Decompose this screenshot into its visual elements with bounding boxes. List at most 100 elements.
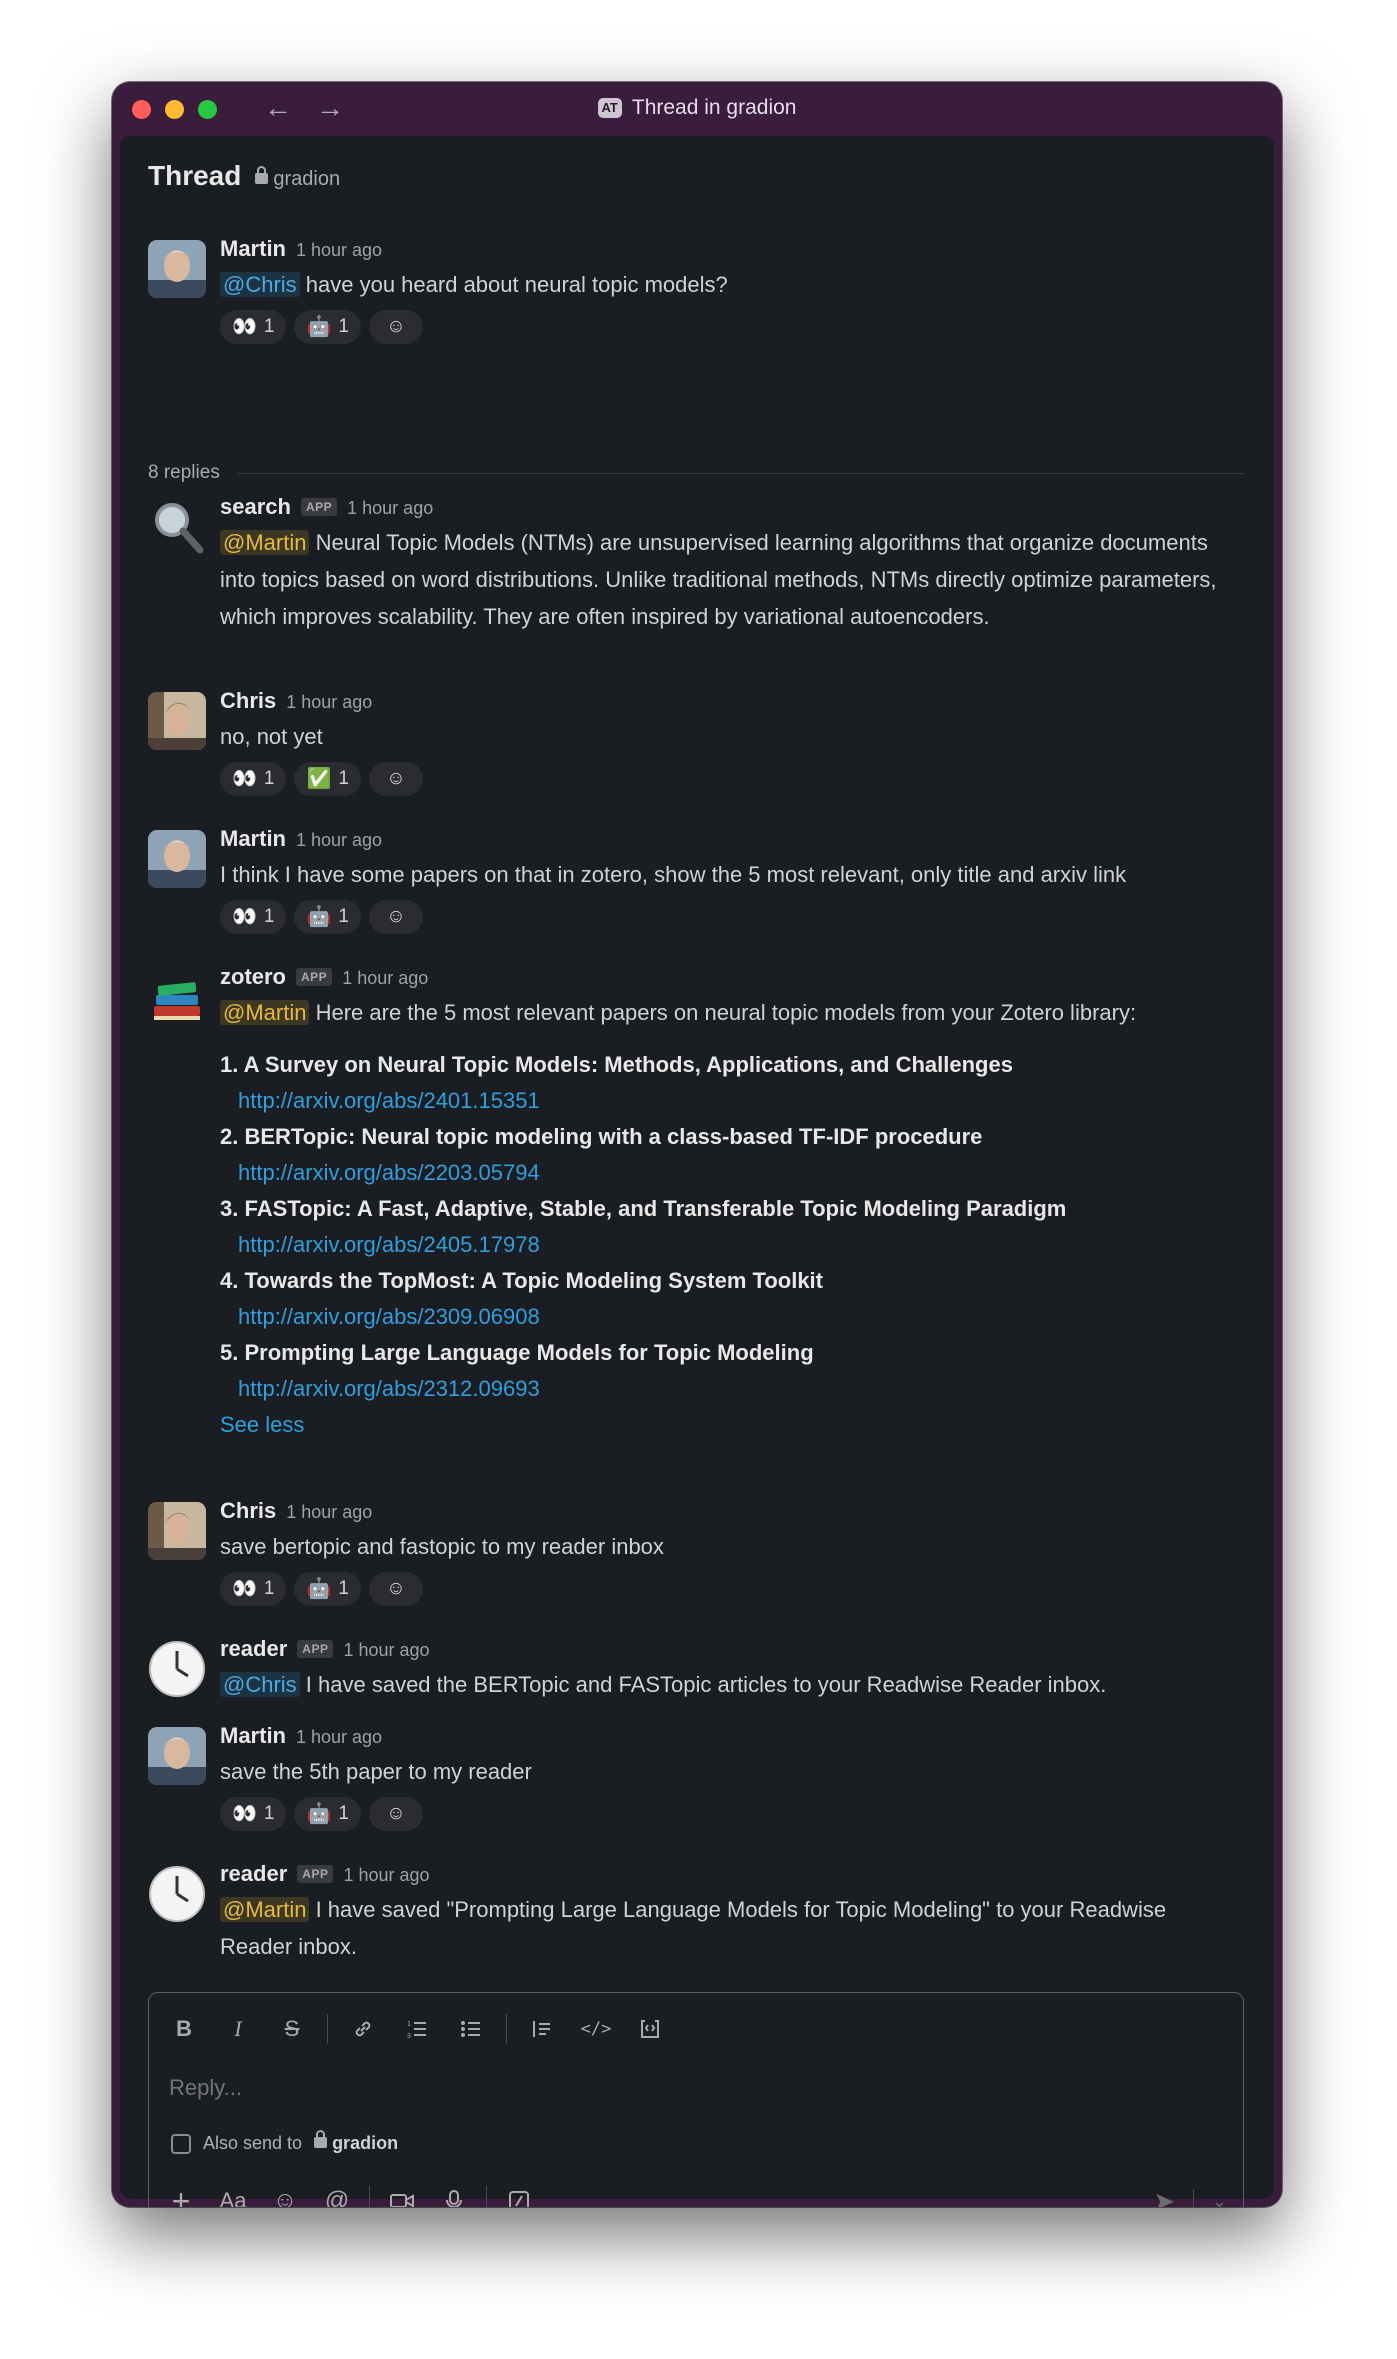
timestamp[interactable]: 1 hour ago bbox=[347, 498, 433, 519]
timestamp[interactable]: 1 hour ago bbox=[296, 830, 382, 851]
avatar-martin[interactable] bbox=[148, 240, 206, 298]
reactions: 👀 1 🤖 1 ☺ bbox=[220, 310, 1244, 344]
also-send-checkbox[interactable] bbox=[171, 2133, 191, 2154]
sender-name[interactable]: reader bbox=[220, 1636, 287, 1662]
reaction-eyes[interactable]: 👀 1 bbox=[220, 900, 287, 934]
reaction-eyes[interactable]: 👀 1 bbox=[220, 1572, 287, 1606]
reaction-eyes[interactable]: 👀 1 bbox=[220, 762, 287, 796]
also-send-channel: gradion bbox=[332, 2133, 399, 2153]
svg-text:3: 3 bbox=[407, 2033, 411, 2040]
arxiv-link[interactable]: http://arxiv.org/abs/2405.17978 bbox=[238, 1227, 1244, 1263]
lock-icon bbox=[314, 2130, 328, 2148]
sender-name[interactable]: Martin bbox=[220, 826, 286, 852]
svg-text:1: 1 bbox=[407, 2021, 411, 2028]
add-reaction-button[interactable]: ☺ bbox=[368, 1797, 423, 1831]
avatar-search[interactable] bbox=[148, 498, 206, 556]
slash-command-icon[interactable] bbox=[497, 2181, 541, 2207]
reply-input[interactable] bbox=[169, 2075, 1069, 2101]
message-text: @Chris I have saved the BERTopic and FAS… bbox=[220, 1666, 1244, 1703]
paper-item: 2. BERTopic: Neural topic modeling with … bbox=[220, 1119, 1244, 1191]
video-icon[interactable] bbox=[380, 2181, 424, 2207]
add-reaction-button[interactable]: ☺ bbox=[368, 900, 423, 934]
timestamp[interactable]: 1 hour ago bbox=[296, 240, 382, 261]
add-reaction-button[interactable]: ☺ bbox=[368, 1572, 423, 1606]
sender-name[interactable]: reader bbox=[220, 1861, 287, 1887]
robot-emoji-icon: 🤖 bbox=[306, 1578, 332, 1600]
divider-line bbox=[237, 472, 1244, 474]
mention[interactable]: @Chris bbox=[220, 272, 300, 297]
paper-title: FASTopic: A Fast, Adaptive, Stable, and … bbox=[244, 1196, 1067, 1221]
reaction-eyes[interactable]: 👀 1 bbox=[220, 1797, 287, 1831]
lock-icon bbox=[255, 166, 269, 184]
add-reaction-button[interactable]: ☺ bbox=[368, 310, 423, 344]
eyes-emoji-icon: 👀 bbox=[232, 1803, 257, 1825]
reaction-check[interactable]: ✅ 1 bbox=[294, 762, 361, 796]
sender-name[interactable]: zotero bbox=[220, 964, 286, 990]
reaction-eyes[interactable]: 👀 1 bbox=[220, 310, 287, 344]
plus-icon[interactable]: + bbox=[159, 2181, 203, 2208]
timestamp[interactable]: 1 hour ago bbox=[296, 1727, 382, 1748]
strikethrough-icon[interactable]: S bbox=[271, 2011, 313, 2047]
arxiv-link[interactable]: http://arxiv.org/abs/2203.05794 bbox=[238, 1155, 1244, 1191]
avatar-martin[interactable] bbox=[148, 830, 206, 888]
sender-name[interactable]: Martin bbox=[220, 1723, 286, 1749]
paper-title: Towards the TopMost: A Topic Modeling Sy… bbox=[244, 1268, 823, 1293]
sender-name[interactable]: search bbox=[220, 494, 291, 520]
channel-link[interactable]: gradion bbox=[255, 166, 340, 191]
sender-name[interactable]: Martin bbox=[220, 236, 286, 262]
emoji-icon[interactable]: ☺ bbox=[263, 2181, 307, 2207]
message-zotero: zotero APP 1 hour ago @Martin Here are t… bbox=[148, 964, 1244, 1443]
eyes-emoji-icon: 👀 bbox=[232, 1578, 257, 1600]
eyes-emoji-icon: 👀 bbox=[232, 316, 257, 338]
mention[interactable]: @Martin bbox=[220, 1000, 310, 1025]
message-chris: Chris 1 hour ago save bertopic and fasto… bbox=[148, 1498, 1244, 1606]
message-text: no, not yet bbox=[220, 724, 323, 749]
avatar-martin[interactable] bbox=[148, 1727, 206, 1785]
send-icon[interactable]: ➤ bbox=[1153, 2186, 1175, 2207]
bold-icon[interactable]: B bbox=[163, 2011, 205, 2047]
timestamp[interactable]: 1 hour ago bbox=[342, 968, 428, 989]
mention[interactable]: @Chris bbox=[220, 1672, 300, 1697]
title-bar: ← → AT Thread in gradion bbox=[112, 82, 1282, 136]
reaction-robot[interactable]: 🤖 1 bbox=[294, 1797, 361, 1831]
bulleted-list-icon[interactable] bbox=[450, 2011, 492, 2047]
timestamp[interactable]: 1 hour ago bbox=[343, 1640, 429, 1661]
italic-icon[interactable]: I bbox=[217, 2011, 259, 2047]
arxiv-link[interactable]: http://arxiv.org/abs/2401.15351 bbox=[238, 1083, 1244, 1119]
timestamp[interactable]: 1 hour ago bbox=[343, 1865, 429, 1886]
arxiv-link[interactable]: http://arxiv.org/abs/2312.09693 bbox=[238, 1371, 1244, 1407]
add-reaction-button[interactable]: ☺ bbox=[368, 762, 423, 796]
paper-list: 1. A Survey on Neural Topic Models: Meth… bbox=[220, 1047, 1244, 1407]
microphone-icon[interactable] bbox=[432, 2181, 476, 2207]
arxiv-link[interactable]: http://arxiv.org/abs/2309.06908 bbox=[238, 1299, 1244, 1335]
blockquote-icon[interactable] bbox=[521, 2011, 563, 2047]
sender-name[interactable]: Chris bbox=[220, 688, 276, 714]
timestamp[interactable]: 1 hour ago bbox=[286, 1502, 372, 1523]
code-block-icon[interactable] bbox=[629, 2011, 671, 2047]
paper-title: A Survey on Neural Topic Models: Methods… bbox=[243, 1052, 1013, 1077]
mention[interactable]: @Martin bbox=[220, 1897, 310, 1922]
link-icon[interactable] bbox=[342, 2011, 384, 2047]
avatar-chris[interactable] bbox=[148, 1502, 206, 1560]
avatar-reader[interactable] bbox=[148, 1865, 206, 1923]
chevron-down-icon[interactable]: ⌄ bbox=[1212, 2191, 1227, 2207]
mention[interactable]: @Martin bbox=[220, 530, 310, 555]
avatar-chris[interactable] bbox=[148, 692, 206, 750]
reactions: 👀 1 🤖 1 ☺ bbox=[220, 1572, 1244, 1606]
reaction-robot[interactable]: 🤖 1 bbox=[294, 1572, 361, 1606]
avatar-zotero[interactable] bbox=[148, 968, 206, 1026]
replies-divider: 8 replies bbox=[148, 462, 1244, 484]
ordered-list-icon[interactable]: 13 bbox=[396, 2011, 438, 2047]
text-formatting-icon[interactable]: Aa bbox=[211, 2181, 255, 2207]
message-martin: Martin 1 hour ago I think I have some pa… bbox=[148, 826, 1244, 934]
code-icon[interactable]: </> bbox=[575, 2011, 617, 2047]
reaction-robot[interactable]: 🤖 1 bbox=[294, 310, 361, 344]
reaction-robot[interactable]: 🤖 1 bbox=[294, 900, 361, 934]
check-emoji-icon: ✅ bbox=[306, 768, 332, 790]
avatar-reader[interactable] bbox=[148, 1640, 206, 1698]
sender-name[interactable]: Chris bbox=[220, 1498, 276, 1524]
message-text: @Martin I have saved "Prompting Large La… bbox=[220, 1897, 1167, 1959]
see-less-link[interactable]: See less bbox=[220, 1407, 1244, 1443]
timestamp[interactable]: 1 hour ago bbox=[286, 692, 372, 713]
mention-icon[interactable]: @ bbox=[315, 2181, 359, 2207]
